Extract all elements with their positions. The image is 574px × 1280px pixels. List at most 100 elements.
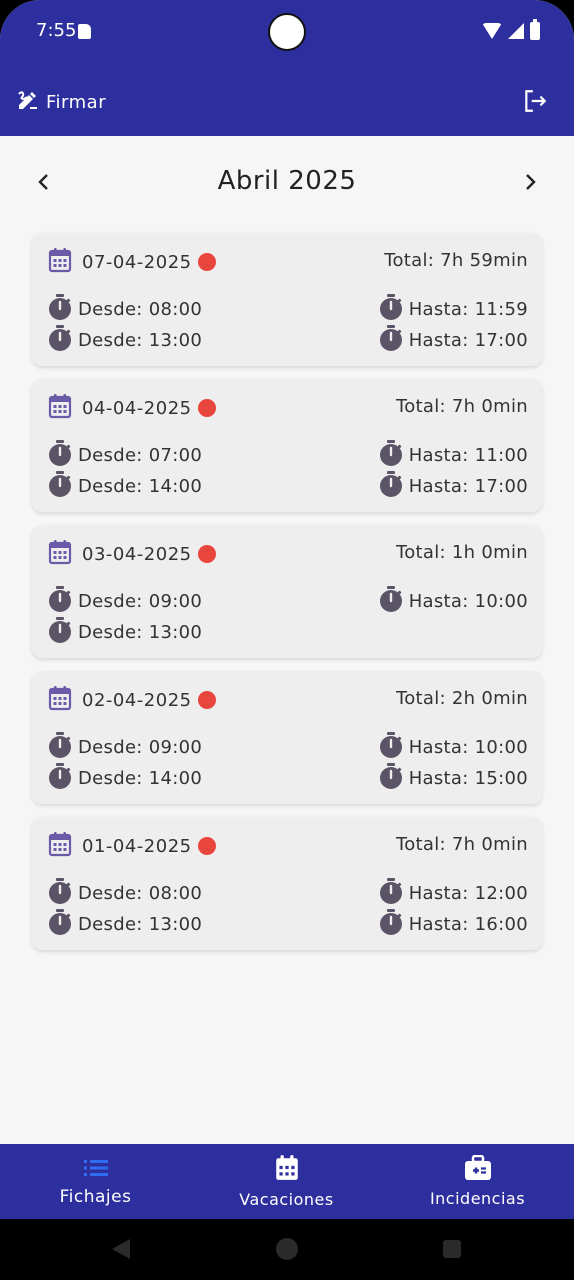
total-time: Total: 7h 0min bbox=[395, 396, 528, 417]
top-bar: 7:55 Firmar bbox=[0, 0, 574, 136]
date-text: 01-04-2025 bbox=[82, 835, 192, 857]
end-time-text: Hasta: 10:00 bbox=[408, 737, 528, 758]
record-date: 03-04-2025 bbox=[48, 539, 216, 569]
start-time-text: Desde: 13:00 bbox=[78, 622, 203, 643]
status-dot bbox=[197, 691, 216, 709]
tab-label: Incidencias bbox=[429, 1189, 526, 1208]
signal-icon bbox=[508, 23, 524, 39]
stopwatch-icon bbox=[379, 470, 403, 503]
status-icons bbox=[482, 19, 540, 40]
month-selector: Abril 2025 bbox=[0, 160, 574, 204]
end-time: Hasta: 10:00 bbox=[379, 585, 528, 618]
stopwatch-icon bbox=[379, 293, 403, 326]
end-time-text: Hasta: 15:00 bbox=[408, 768, 528, 789]
start-time-text: Desde: 08:00 bbox=[78, 299, 203, 320]
status-dot bbox=[197, 837, 216, 855]
total-time: Total: 7h 59min bbox=[384, 250, 528, 271]
end-time-text: Hasta: 10:00 bbox=[408, 591, 528, 612]
start-time: Desde: 14:00 bbox=[48, 762, 202, 795]
start-time: Desde: 07:00 bbox=[48, 439, 202, 472]
tab-label: Fichajes bbox=[59, 1186, 132, 1207]
stopwatch-icon bbox=[379, 439, 403, 472]
list-icon bbox=[83, 1157, 109, 1183]
camera-cutout bbox=[268, 13, 306, 51]
stopwatch-icon bbox=[48, 877, 72, 910]
date-text: 04-04-2025 bbox=[82, 397, 192, 419]
calendar-icon bbox=[48, 685, 72, 715]
end-time: Hasta: 12:00 bbox=[379, 877, 528, 910]
start-time: Desde: 09:00 bbox=[48, 731, 202, 764]
stopwatch-icon bbox=[48, 908, 72, 941]
chevron-right-icon bbox=[526, 174, 536, 190]
calendar-icon bbox=[48, 539, 72, 569]
total-time: Total: 1h 0min bbox=[395, 542, 528, 563]
end-time: Hasta: 16:00 bbox=[379, 908, 528, 941]
calendar-icon bbox=[48, 831, 72, 861]
home-icon[interactable] bbox=[276, 1238, 298, 1260]
logout-icon bbox=[522, 90, 548, 118]
back-icon[interactable] bbox=[112, 1239, 130, 1259]
tab-label: Vacaciones bbox=[239, 1190, 334, 1209]
start-time-text: Desde: 14:00 bbox=[78, 476, 203, 497]
end-time: Hasta: 15:00 bbox=[379, 762, 528, 795]
time-entry-row: Desde: 07:00 Hasta: 11:00 bbox=[48, 439, 528, 467]
start-time: Desde: 13:00 bbox=[48, 616, 202, 649]
recents-icon[interactable] bbox=[443, 1240, 461, 1258]
record-date: 02-04-2025 bbox=[48, 685, 216, 715]
month-title: Abril 2025 bbox=[217, 166, 357, 196]
start-time: Desde: 08:00 bbox=[48, 293, 202, 326]
logout-button[interactable] bbox=[522, 88, 548, 118]
calendar-icon bbox=[274, 1154, 300, 1186]
start-time: Desde: 08:00 bbox=[48, 877, 202, 910]
status-dot bbox=[197, 399, 216, 417]
time-entry-row: Desde: 14:00 Hasta: 15:00 bbox=[48, 762, 528, 790]
medical-kit-icon bbox=[464, 1154, 492, 1185]
stopwatch-icon bbox=[48, 293, 72, 326]
sd-card-icon bbox=[78, 24, 91, 39]
time-entry-row: Desde: 09:00 Hasta: 10:00 bbox=[48, 731, 528, 759]
stopwatch-icon bbox=[379, 908, 403, 941]
time-entry-row: Desde: 08:00 Hasta: 12:00 bbox=[48, 877, 528, 905]
end-time-text: Hasta: 17:00 bbox=[408, 330, 528, 351]
end-time-text: Hasta: 11:00 bbox=[408, 445, 528, 466]
date-text: 03-04-2025 bbox=[82, 543, 192, 565]
next-month-button[interactable] bbox=[518, 170, 542, 194]
time-entry-row: Desde: 14:00 Hasta: 17:00 bbox=[48, 470, 528, 498]
tab-fichajes[interactable]: Fichajes bbox=[0, 1144, 191, 1219]
record-card[interactable]: 01-04-2025 Total: 7h 0min Desde: 08:00 Hast… bbox=[32, 817, 542, 950]
status-dot bbox=[197, 545, 216, 563]
end-time: Hasta: 10:00 bbox=[379, 731, 528, 764]
stopwatch-icon bbox=[48, 439, 72, 472]
record-card[interactable]: 03-04-2025 Total: 1h 0min Desde: 09:00 Hast… bbox=[32, 525, 542, 658]
record-card[interactable]: 02-04-2025 Total: 2h 0min Desde: 09:00 Hast… bbox=[32, 671, 542, 804]
end-time: Hasta: 11:59 bbox=[379, 293, 528, 326]
app-screen: 7:55 Firmar Abril 2025 07-04-2025 Total:… bbox=[0, 0, 574, 1280]
stopwatch-icon bbox=[48, 470, 72, 503]
end-time-text: Hasta: 16:00 bbox=[408, 914, 528, 935]
calendar-icon bbox=[48, 247, 72, 277]
start-time-text: Desde: 09:00 bbox=[78, 591, 203, 612]
tab-incidencias[interactable]: Incidencias bbox=[382, 1144, 573, 1219]
tab-vacaciones[interactable]: Vacaciones bbox=[191, 1144, 382, 1219]
time-entry-row: Desde: 13:00 Hasta: 16:00 bbox=[48, 908, 528, 936]
end-time: Hasta: 17:00 bbox=[379, 470, 528, 503]
signature-icon bbox=[16, 88, 40, 116]
time-entry-row: Desde: 13:00 bbox=[48, 616, 528, 644]
wifi-icon bbox=[482, 23, 502, 39]
record-date: 07-04-2025 bbox=[48, 247, 216, 277]
date-text: 07-04-2025 bbox=[82, 251, 192, 273]
time-entry-row: Desde: 09:00 Hasta: 10:00 bbox=[48, 585, 528, 613]
end-time: Hasta: 11:00 bbox=[379, 439, 528, 472]
start-time-text: Desde: 07:00 bbox=[78, 445, 203, 466]
sign-button[interactable]: Firmar bbox=[16, 88, 106, 116]
stopwatch-icon bbox=[48, 616, 72, 649]
stopwatch-icon bbox=[379, 731, 403, 764]
stopwatch-icon bbox=[48, 731, 72, 764]
record-card[interactable]: 07-04-2025 Total: 7h 59min Desde: 08:00 Has… bbox=[32, 233, 542, 366]
start-time-text: Desde: 09:00 bbox=[78, 737, 203, 758]
calendar-icon bbox=[48, 393, 72, 423]
sign-label: Firmar bbox=[46, 91, 107, 113]
record-card[interactable]: 04-04-2025 Total: 7h 0min Desde: 07:00 Hast… bbox=[32, 379, 542, 512]
stopwatch-icon bbox=[379, 877, 403, 910]
time-entry-row: Desde: 13:00 Hasta: 17:00 bbox=[48, 324, 528, 352]
